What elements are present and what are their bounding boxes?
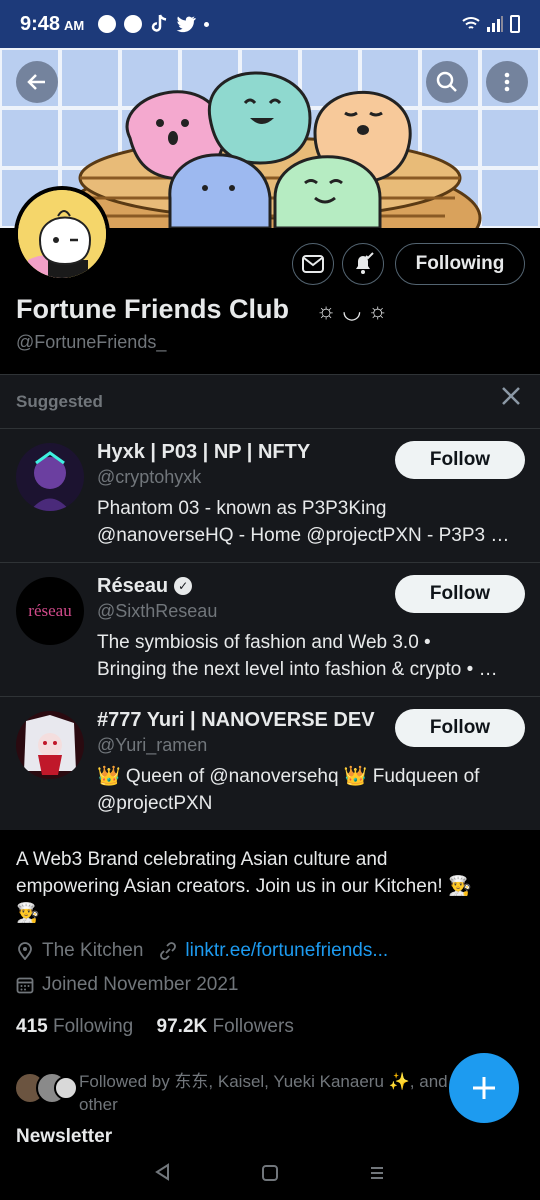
avatar-illustration [18, 190, 106, 278]
suggested-handle: @SixthReseau [97, 601, 218, 621]
profile-location: The Kitchen [42, 940, 144, 961]
tiktok-icon [152, 14, 167, 32]
square-home-icon [261, 1165, 278, 1181]
profile-website-link[interactable]: linktr.ee/fortunefriends... [185, 940, 388, 962]
verified-badge-icon: ✓ [174, 577, 193, 595]
reseau-logo: réseau [28, 601, 72, 620]
suggested-avatar[interactable] [16, 711, 84, 779]
suggested-panel: Suggested Hyxk | P03 | NP | NFTY @crypto… [0, 374, 540, 830]
followed-by-avatars [14, 1072, 78, 1104]
newsletter-heading: Newsletter [16, 1126, 113, 1147]
status-bar: 9:48 AM [0, 0, 540, 48]
calendar-icon [16, 977, 34, 994]
suggested-handle: @cryptohyxk [97, 467, 202, 487]
following-button[interactable]: Following [395, 243, 525, 285]
recents-nav-button[interactable] [362, 1162, 392, 1188]
menu-recents-icon [370, 1167, 383, 1179]
suggested-bio: Phantom 03 - known as P3P3King @nanovers… [97, 498, 510, 546]
more-options-button[interactable] [486, 61, 528, 103]
link-icon [160, 942, 177, 960]
profile-joined-date: Joined November 2021 [42, 974, 239, 995]
back-nav-button[interactable] [148, 1162, 178, 1188]
search-button[interactable] [426, 61, 468, 103]
arrow-left-icon [27, 74, 45, 90]
profile-handle: @FortuneFriends_ [16, 332, 167, 352]
bell-check-icon [356, 252, 374, 274]
wifi-icon [462, 17, 480, 29]
message-button[interactable] [292, 243, 334, 285]
back-button[interactable] [16, 61, 58, 103]
suggested-avatar[interactable]: réseau [16, 577, 84, 645]
suggested-name: Hyxk | P03 | NP | NFTY [97, 441, 311, 463]
close-icon [502, 387, 520, 405]
follow-button[interactable]: Follow [395, 441, 525, 479]
plus-icon [473, 1077, 495, 1099]
suggested-handle: @Yuri_ramen [97, 735, 208, 755]
follow-button[interactable]: Follow [395, 709, 525, 747]
system-icons [462, 15, 520, 33]
twitter-icon [176, 15, 197, 32]
system-navigation-bar [0, 1150, 540, 1200]
signal-icon [487, 16, 503, 32]
suggested-bio: The symbiosis of fashion and Web 3.0 • B… [97, 632, 498, 680]
envelope-icon [302, 255, 324, 273]
profile-bio: A Web3 Brand celebrating Asian culture a… [16, 849, 472, 924]
followed-by-text: Followed by 东东, Kaisel, Yueki Kanaeru ✨,… [79, 1072, 448, 1114]
status-time: 9:48 AM [20, 12, 85, 35]
more-notifications-dot [204, 21, 210, 27]
follow-counts: 415 Following 97.2K Followers [16, 1016, 294, 1038]
notification-icons [98, 14, 210, 34]
home-nav-button[interactable] [255, 1162, 285, 1188]
profile-name-emoji: ☼ ◡ ☼ [316, 298, 388, 323]
followers-count-link[interactable]: 97.2K Followers [157, 1016, 294, 1037]
suggested-user[interactable]: Hyxk | P03 | NP | NFTY @cryptohyxk Phant… [0, 428, 540, 562]
suggested-name: Réseau ✓ [97, 575, 193, 598]
battery-icon [510, 15, 520, 33]
suggested-name: #777 Yuri | NANOVERSE DEV [97, 709, 375, 731]
suggested-avatar[interactable] [16, 443, 84, 511]
followed-by[interactable]: Followed by 东东, Kaisel, Yueki Kanaeru ✨,… [14, 1070, 448, 1114]
suggested-user[interactable]: #777 Yuri | NANOVERSE DEV @Yuri_ramen 👑 … [0, 696, 540, 830]
suggested-heading: Suggested [16, 392, 103, 411]
following-count-link[interactable]: 415 Following [16, 1016, 133, 1037]
profile-display-name: Fortune Friends Club [16, 294, 289, 324]
triangle-back-icon [155, 1163, 170, 1181]
suggested-user[interactable]: réseau Réseau ✓ @SixthReseau The symbiosi… [0, 562, 540, 696]
suggested-bio: 👑 Queen of @nanoversehq 👑 Fudqueen of @p… [97, 766, 480, 814]
messenger-icon [98, 15, 117, 33]
search-icon [436, 71, 457, 92]
location-pin-icon [18, 942, 32, 960]
profile-joined: Joined November 2021 [16, 974, 238, 996]
avatar-image [16, 711, 84, 779]
dismiss-suggested-button[interactable] [498, 385, 524, 411]
more-vertical-icon [504, 72, 510, 92]
profile-avatar[interactable] [14, 186, 110, 282]
follow-button[interactable]: Follow [395, 575, 525, 613]
avatar-image [16, 443, 84, 511]
compose-tweet-button[interactable] [449, 1053, 519, 1123]
messenger-icon [124, 15, 143, 33]
notifications-button[interactable] [342, 243, 384, 285]
profile-meta: The Kitchen linktr.ee/fortunefriends... [16, 940, 388, 962]
avatar [54, 1076, 78, 1100]
